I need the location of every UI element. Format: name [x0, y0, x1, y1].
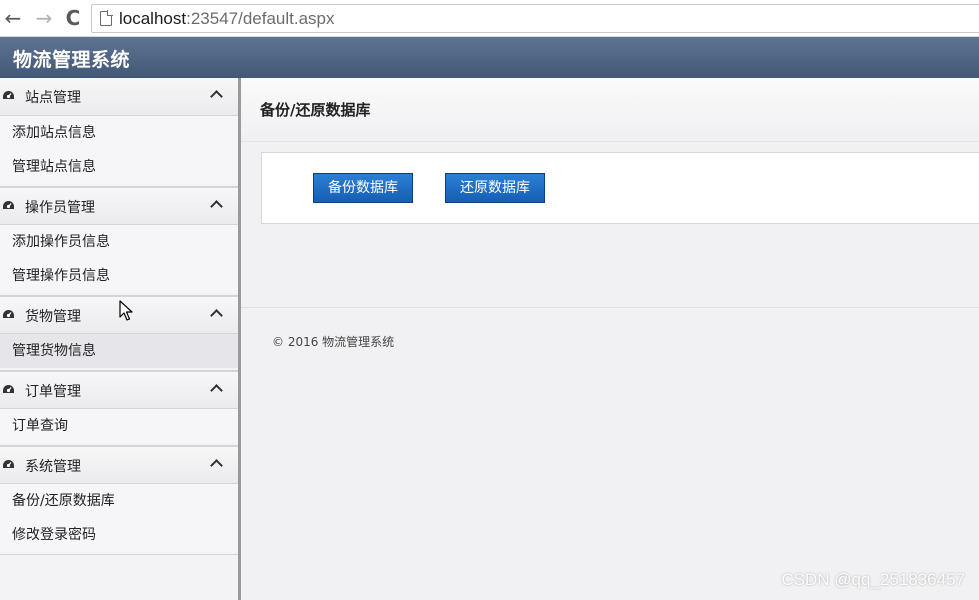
sidebar-group-orders[interactable]: 订单管理 — [0, 371, 238, 409]
sidebar-item-order-query[interactable]: 订单查询 — [0, 409, 238, 443]
url-path: :23547/default.aspx — [186, 9, 335, 28]
page-title-bar: 备份/还原数据库 — [241, 78, 979, 142]
backup-database-button[interactable]: 备份数据库 — [313, 173, 413, 203]
page-icon — [100, 10, 113, 26]
dashboard-icon — [2, 200, 15, 211]
sidebar-group-system[interactable]: 系统管理 — [0, 446, 238, 484]
sidebar-group-title: 操作员管理 — [25, 200, 95, 216]
dashboard-icon — [2, 384, 15, 395]
sidebar-item-add-operator[interactable]: 添加操作员信息 — [0, 225, 238, 259]
sidebar: 站点管理 添加站点信息 管理站点信息 操作员管理 添加操作员信息 管理操作员信息… — [0, 78, 241, 600]
address-bar[interactable]: localhost:23547/default.aspx — [91, 4, 979, 33]
forward-arrow-icon[interactable]: → — [33, 6, 55, 30]
footer-divider — [241, 307, 979, 308]
sidebar-group-title: 站点管理 — [25, 90, 81, 106]
browser-toolbar: ← → C localhost:23547/default.aspx — [0, 0, 979, 37]
watermark-text: CSDN @qq_251836457 — [781, 570, 965, 589]
dashboard-icon — [2, 309, 15, 320]
chevron-up-icon[interactable] — [210, 200, 223, 213]
dashboard-icon — [2, 459, 15, 470]
sidebar-item-manage-station[interactable]: 管理站点信息 — [0, 150, 238, 184]
app-header: 物流管理系统 — [0, 37, 979, 78]
restore-database-button[interactable]: 还原数据库 — [445, 173, 545, 203]
url-host: localhost — [119, 9, 187, 28]
sidebar-item-manage-goods[interactable]: 管理货物信息 — [0, 334, 238, 368]
page-title: 备份/还原数据库 — [260, 101, 371, 119]
sidebar-item-change-password[interactable]: 修改登录密码 — [0, 518, 238, 552]
sidebar-item-backup-restore[interactable]: 备份/还原数据库 — [0, 484, 238, 518]
sidebar-group-operator[interactable]: 操作员管理 — [0, 187, 238, 225]
chevron-up-icon[interactable] — [210, 459, 223, 472]
chevron-up-icon[interactable] — [210, 90, 223, 103]
sidebar-group-title: 系统管理 — [25, 459, 81, 475]
sidebar-group-title: 订单管理 — [25, 384, 81, 400]
back-arrow-icon[interactable]: ← — [2, 6, 24, 30]
sidebar-item-manage-operator[interactable]: 管理操作员信息 — [0, 259, 238, 293]
app-title: 物流管理系统 — [13, 49, 131, 71]
sidebar-group-station[interactable]: 站点管理 — [0, 78, 238, 116]
sidebar-group-title: 货物管理 — [25, 309, 81, 325]
sidebar-item-add-station[interactable]: 添加站点信息 — [0, 116, 238, 150]
action-panel: 备份数据库 还原数据库 — [261, 152, 979, 224]
chevron-up-icon[interactable] — [210, 309, 223, 322]
url-text[interactable]: localhost:23547/default.aspx — [119, 9, 335, 29]
main-content: 备份/还原数据库 备份数据库 还原数据库 © 2016 物流管理系统 — [241, 78, 979, 600]
reload-icon[interactable]: C — [62, 6, 84, 30]
footer-copyright: © 2016 物流管理系统 — [272, 335, 395, 349]
dashboard-icon — [2, 90, 15, 101]
chevron-up-icon[interactable] — [210, 384, 223, 397]
